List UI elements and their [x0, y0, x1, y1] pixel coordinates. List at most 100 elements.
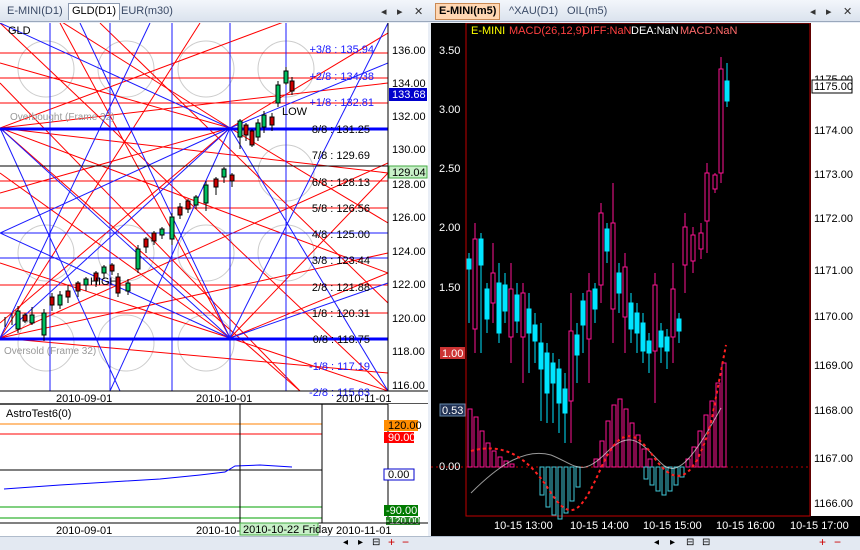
time-label: 10-15 14:00 — [570, 520, 629, 532]
murrey-label: 7/8 : 129.69 — [312, 150, 370, 162]
left-statusbar: ◂ ▸ ⊟ + − — [0, 535, 430, 550]
astro-indicator-line — [3, 464, 293, 490]
time-label: 10-15 17:00 — [790, 520, 849, 532]
price-tick: 1166.00 — [814, 498, 853, 510]
axis-tick: 0.00 — [439, 461, 460, 473]
zoom-in-icon[interactable]: + — [388, 535, 395, 549]
time-label: 10-15 16:00 — [716, 520, 775, 532]
price-tick: 124.00 — [392, 246, 426, 258]
indicator-name: AstroTest6(0) — [6, 408, 71, 420]
close-icon[interactable]: ✕ — [843, 5, 852, 18]
tab-oil-m5[interactable]: OIL(m5) — [564, 4, 610, 21]
time-label: 10-15 15:00 — [643, 520, 702, 532]
murrey-label: 5/8 : 126.56 — [312, 203, 370, 215]
macd-value-label: 1.00 — [442, 348, 463, 360]
tab-scroll-left-icon[interactable]: ◂ — [810, 5, 816, 18]
current-price-label: 133.68 — [392, 89, 426, 101]
tab-xau-d1[interactable]: ^XAU(D1) — [506, 4, 561, 21]
tab-scroll-right-icon[interactable]: ▸ — [826, 5, 832, 18]
price-candles — [4, 67, 295, 341]
price-tick: 120.00 — [392, 313, 426, 325]
tab-eur-m30[interactable]: EUR(m30) — [118, 4, 176, 21]
murrey-label: 3/8 : 123.44 — [312, 255, 370, 267]
right-tabbar: E-MINI(m5) ^XAU(D1) OIL(m5) ◂ ▸ ✕ — [430, 0, 860, 22]
price-tick: 116.00 — [392, 380, 425, 392]
price-tick: 1173.00 — [814, 169, 853, 181]
zoom-out-icon[interactable]: − — [402, 535, 409, 549]
legend-macd-value: MACD:NaN — [680, 25, 738, 37]
legend-symbol: E-MINI — [471, 25, 505, 37]
price-tick: 1172.00 — [814, 213, 853, 225]
price-candles — [466, 57, 730, 443]
split-icon[interactable]: ⊟ — [372, 537, 380, 548]
dea-value-label: 0.53 — [442, 405, 463, 417]
crosshair-price-label: 129.04 — [392, 167, 426, 179]
macd-histogram — [467, 362, 727, 520]
indicator-tick: 90.00 — [388, 432, 416, 444]
murrey-label: 4/8 : 125.00 — [312, 229, 370, 241]
murrey-label: +3/8 : 135.94 — [309, 44, 374, 56]
price-tick: 1168.00 — [814, 405, 853, 417]
close-icon[interactable]: ✕ — [414, 5, 423, 18]
tab-emini-m5[interactable]: E-MINI(m5) — [435, 3, 501, 20]
murrey-label: 0/8 : 118.75 — [313, 334, 370, 346]
price-tick: 1171.00 — [814, 265, 853, 277]
axis-tick: 3.50 — [439, 45, 460, 57]
price-axis: 1175.00 1174.00 1173.00 1172.00 1171.00 … — [811, 23, 860, 516]
tab-scroll-left-icon[interactable]: ◂ — [381, 5, 387, 18]
zoom-in-icon[interactable]: + — [819, 535, 826, 549]
dea-line — [470, 407, 722, 494]
current-price-label: 1175.00 — [814, 81, 853, 93]
oversold-label: Oversold (Frame 32) — [4, 346, 96, 357]
scroll-left-icon[interactable]: ◂ — [654, 537, 659, 548]
price-tick: 1169.00 — [814, 360, 853, 372]
time-label: 2010-10-0 — [196, 525, 246, 536]
right-statusbar: ◂ ▸ ⊟ ⊟ + − — [430, 535, 860, 550]
crosshair-date-label: 2010-10-22 Friday — [243, 524, 333, 536]
price-tick: 130.00 — [392, 144, 426, 156]
overbought-label: Overbought (Frame 32) — [10, 112, 115, 123]
indicator-tick: 0.00 — [388, 469, 409, 481]
price-tick: 1174.00 — [814, 125, 853, 137]
murrey-label: 2/8 : 121.88 — [312, 282, 370, 294]
indicator-legend: E-MINI MACD(26,12,9) DIFF:NaN DEA:NaN MA… — [471, 25, 738, 37]
emini-chart-window: E-MINI MACD(26,12,9) DIFF:NaN DEA:NaN MA… — [431, 22, 860, 536]
legend-diff: DIFF:NaN — [582, 25, 632, 37]
time-label: 2010-09-01 — [56, 525, 112, 536]
emini-chart-canvas[interactable]: E-MINI MACD(26,12,9) DIFF:NaN DEA:NaN MA… — [431, 22, 860, 536]
scroll-right-icon[interactable]: ▸ — [358, 537, 363, 548]
time-axis: 10-15 13:00 10-15 14:00 10-15 15:00 10-1… — [494, 520, 849, 532]
chart-symbol: GLD — [8, 25, 31, 37]
murrey-label: -1/8 : 117.19 — [309, 361, 370, 373]
axis-tick: 3.00 — [439, 104, 460, 116]
astro-indicator-pane: AstroTest6(0) — [0, 404, 323, 523]
fit-icon[interactable]: ⊟ — [702, 537, 710, 548]
time-label: 10-15 13:00 — [494, 520, 553, 532]
scroll-left-icon[interactable]: ◂ — [343, 537, 348, 548]
murrey-label: 8/8 : 131.25 — [312, 124, 370, 136]
gld-chart-canvas[interactable]: +3/8 : 135.94 +2/8 : 134.38 +1/8 : 132.8… — [0, 23, 428, 537]
price-tick: 1170.00 — [814, 311, 853, 323]
zoom-out-icon[interactable]: − — [834, 535, 841, 549]
tab-scroll-right-icon[interactable]: ▸ — [397, 5, 403, 18]
axis-tick: 1.50 — [439, 282, 460, 294]
left-tabbar: E-MINI(D1) GLD(D1) EUR(m30) ◂ ▸ ✕ — [0, 0, 430, 22]
scroll-right-icon[interactable]: ▸ — [670, 537, 675, 548]
split-icon[interactable]: ⊟ — [686, 537, 694, 548]
tab-emini-d1[interactable]: E-MINI(D1) — [4, 4, 66, 21]
time-label: 2010-11-01 — [336, 525, 391, 536]
dif-line — [470, 344, 727, 512]
indicator-time-axis: 2010-09-01 2010-10-0 2010-11-01 — [56, 525, 391, 537]
murrey-label: 1/8 : 120.31 — [312, 308, 370, 320]
tab-gld-d1[interactable]: GLD(D1) — [68, 3, 121, 20]
legend-dea: DEA:NaN — [631, 25, 679, 37]
high-label: HIGH — [90, 276, 118, 288]
murrey-label: 6/8 : 128.13 — [312, 177, 370, 189]
axis-tick: 2.00 — [439, 222, 460, 234]
price-tick: 132.00 — [392, 111, 426, 123]
indicator-tick: 120.00 — [388, 420, 422, 432]
price-tick: 1167.00 — [814, 453, 853, 465]
gld-chart-window: +3/8 : 135.94 +2/8 : 134.38 +1/8 : 132.8… — [0, 23, 428, 537]
axis-tick: 2.50 — [439, 163, 460, 175]
low-label: LOW — [282, 106, 308, 118]
